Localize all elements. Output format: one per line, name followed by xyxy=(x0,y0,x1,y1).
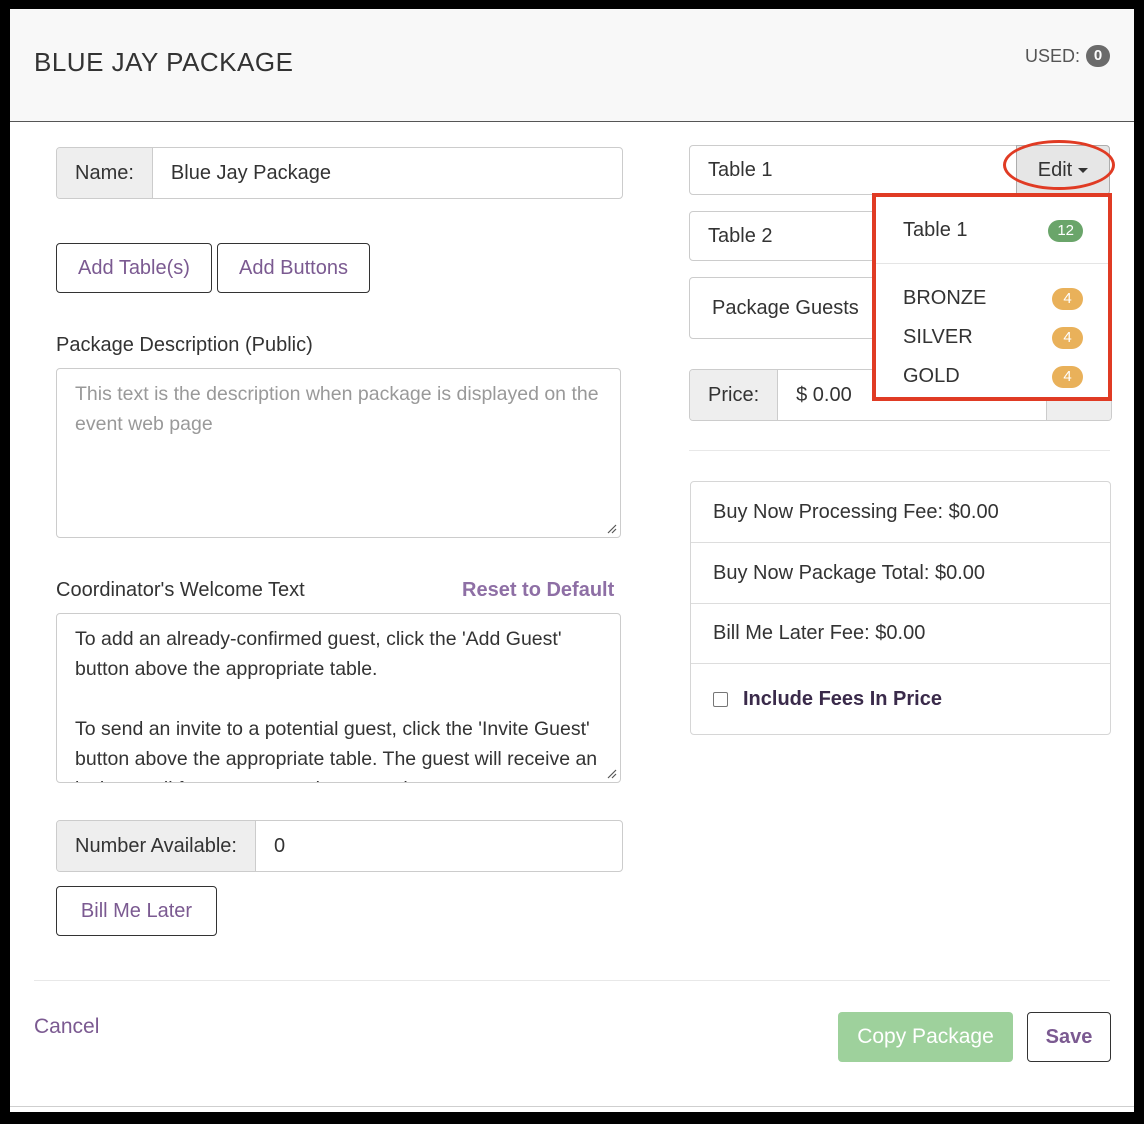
welcome-text-label: Coordinator's Welcome Text xyxy=(56,579,305,601)
dropdown-item-label: BRONZE xyxy=(903,287,987,309)
bottom-border xyxy=(10,1106,1134,1107)
count-badge: 12 xyxy=(1048,219,1083,242)
name-input-group: Name: Blue Jay Package xyxy=(56,147,623,199)
dropdown-item-silver[interactable]: SILVER 4 xyxy=(903,326,1083,349)
dropdown-item-label: SILVER xyxy=(903,326,973,348)
table-1-field[interactable]: Table 1 xyxy=(689,145,1019,195)
description-label: Package Description (Public) xyxy=(56,334,313,356)
dropdown-item-gold[interactable]: GOLD 4 xyxy=(903,365,1083,388)
include-fees-label: Include Fees In Price xyxy=(743,687,942,710)
resize-handle-icon[interactable] xyxy=(605,522,617,534)
highlight-circle xyxy=(1003,140,1115,190)
count-badge: 4 xyxy=(1052,365,1083,388)
used-label: USED: xyxy=(1024,45,1080,66)
number-available-input[interactable]: 0 xyxy=(256,821,622,871)
count-badge: 4 xyxy=(1052,287,1083,310)
used-indicator: USED: 0 xyxy=(1025,45,1110,67)
right-divider xyxy=(689,450,1110,451)
welcome-text: To add an already-confirmed guest, click… xyxy=(75,628,598,782)
description-placeholder: This text is the description when packag… xyxy=(75,383,599,435)
bill-later-fee-row: Bill Me Later Fee: $0.00 xyxy=(691,603,1110,664)
package-total-row: Buy Now Package Total: $0.00 xyxy=(691,543,1110,604)
dropdown-item-table-1[interactable]: Table 1 12 xyxy=(903,219,1083,242)
processing-fee-row: Buy Now Processing Fee: $0.00 xyxy=(691,482,1110,543)
bill-me-later-button[interactable]: Bill Me Later xyxy=(56,886,217,936)
used-count-badge: 0 xyxy=(1086,45,1110,67)
cancel-link[interactable]: Cancel xyxy=(34,1015,99,1039)
name-input[interactable]: Blue Jay Package xyxy=(153,148,622,198)
dropdown-item-label: Table 1 xyxy=(903,219,968,241)
package-modal: BLUE JAY PACKAGE USED: 0 Name: Blue Jay … xyxy=(10,9,1134,1112)
resize-handle-icon[interactable] xyxy=(605,767,617,779)
fees-panel: Buy Now Processing Fee: $0.00 Buy Now Pa… xyxy=(690,481,1111,735)
include-fees-row[interactable]: Include Fees In Price xyxy=(691,664,1110,734)
add-tables-button[interactable]: Add Table(s) xyxy=(56,243,212,293)
dropdown-item-label: GOLD xyxy=(903,365,960,387)
number-available-label: Number Available: xyxy=(57,821,256,871)
number-available-group: Number Available: 0 xyxy=(56,820,623,872)
dropdown-item-bronze[interactable]: BRONZE 4 xyxy=(903,287,1083,310)
welcome-textarea[interactable]: To add an already-confirmed guest, click… xyxy=(56,613,621,783)
include-fees-checkbox[interactable] xyxy=(713,691,728,707)
count-badge: 4 xyxy=(1052,326,1083,349)
reset-to-default-link[interactable]: Reset to Default xyxy=(462,579,614,602)
modal-header: BLUE JAY PACKAGE USED: 0 xyxy=(10,9,1134,122)
footer-divider xyxy=(34,980,1110,981)
edit-dropdown-menu: Table 1 12 BRONZE 4 SILVER 4 GOLD 4 xyxy=(872,193,1112,401)
save-button[interactable]: Save xyxy=(1027,1012,1111,1062)
price-label: Price: xyxy=(690,370,779,420)
modal-title: BLUE JAY PACKAGE xyxy=(34,47,294,77)
copy-package-button[interactable]: Copy Package xyxy=(838,1012,1013,1062)
description-textarea[interactable]: This text is the description when packag… xyxy=(56,368,621,538)
name-label: Name: xyxy=(57,148,153,198)
dropdown-divider xyxy=(876,263,1108,264)
add-buttons-button[interactable]: Add Buttons xyxy=(217,243,370,293)
